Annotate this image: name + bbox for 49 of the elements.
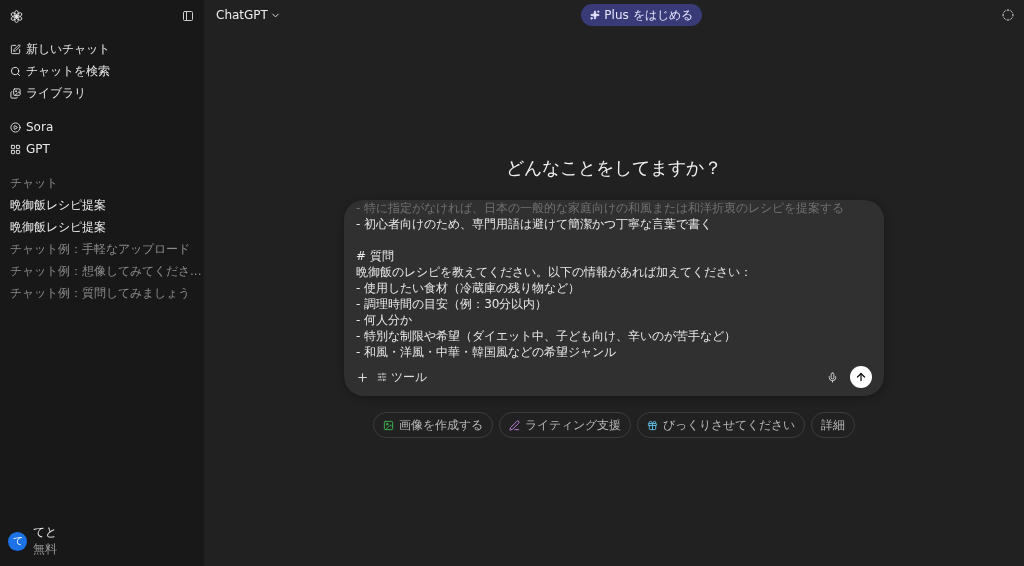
model-selector[interactable]: ChatGPT bbox=[216, 8, 281, 22]
prompt-line: - 特別な制限や希望（ダイエット中、子ども向け、辛いのが苦手など） bbox=[356, 328, 738, 344]
play-icon bbox=[10, 121, 21, 133]
prompt-line: - 初心者向けのため、専門用語は避けて簡潔かつ丁寧な言葉で書く bbox=[356, 216, 714, 232]
edit-icon bbox=[10, 43, 21, 55]
prompt-input[interactable] bbox=[344, 200, 884, 396]
nav-label: Sora bbox=[26, 120, 54, 134]
prompt-line: - 和風・洋風・中華・韓国風などの希望ジャンル bbox=[356, 344, 618, 360]
add-icon[interactable] bbox=[356, 370, 369, 384]
grid-icon bbox=[10, 143, 21, 155]
nav-item[interactable]: GPT bbox=[4, 138, 200, 160]
search-icon bbox=[10, 65, 21, 77]
temporary-chat-icon[interactable] bbox=[1002, 9, 1014, 21]
image-icon bbox=[383, 419, 394, 431]
chat-item[interactable]: 晩御飯レシピ提案 bbox=[4, 194, 200, 216]
pen-icon bbox=[509, 419, 520, 431]
sparkle-icon bbox=[590, 10, 601, 20]
avatar[interactable]: て bbox=[8, 531, 27, 551]
chat-item[interactable]: チャット例：質問してみましょう bbox=[4, 282, 200, 304]
nav-label: GPT bbox=[26, 142, 50, 156]
nav-item[interactable]: チャットを検索 bbox=[4, 60, 200, 82]
prompt-line: - 使用したい食材（冷蔵庫の残り物など） bbox=[356, 280, 582, 296]
tools-button[interactable]: ツール bbox=[377, 368, 427, 386]
sidebar-toggle-icon[interactable] bbox=[182, 10, 194, 22]
nav-label: チャットを検索 bbox=[26, 62, 110, 80]
gift-icon bbox=[647, 419, 658, 431]
user-name: てと bbox=[33, 524, 57, 541]
sliders-icon bbox=[377, 372, 387, 382]
nav-item[interactable]: 新しいチャット bbox=[4, 38, 200, 60]
nav-label: ライブラリ bbox=[26, 84, 86, 102]
send-button[interactable] bbox=[850, 366, 872, 388]
prompt-line: - 調理時間の目安（例：30分以内） bbox=[356, 296, 549, 312]
images-icon bbox=[10, 87, 21, 99]
prompt-line: 晩御飯のレシピを教えてください。以下の情報があれば加えてください： bbox=[356, 264, 753, 280]
nav-item[interactable]: ライブラリ bbox=[4, 82, 200, 104]
nav-label: 新しいチャット bbox=[26, 40, 110, 58]
user-plan: 無料 bbox=[33, 541, 57, 558]
chat-item[interactable]: チャット例：想像してみてくださ... bbox=[4, 260, 200, 282]
page-heading: どんなことをしてますか？ bbox=[506, 156, 722, 180]
chat-item[interactable]: チャット例：手軽なアップロード bbox=[4, 238, 200, 260]
prompt-line: - 何人分か bbox=[356, 312, 414, 328]
nav-item[interactable]: Sora bbox=[4, 116, 200, 138]
arrow-up-icon bbox=[855, 371, 867, 383]
logo-icon[interactable] bbox=[10, 9, 23, 23]
upgrade-button[interactable]: Plus をはじめる bbox=[581, 4, 702, 26]
chat-item[interactable]: 晩御飯レシピ提案 bbox=[4, 216, 200, 238]
section-heading: チャット bbox=[9, 174, 59, 192]
microphone-icon[interactable] bbox=[827, 371, 838, 383]
prompt-line: # 質問 bbox=[356, 248, 395, 264]
